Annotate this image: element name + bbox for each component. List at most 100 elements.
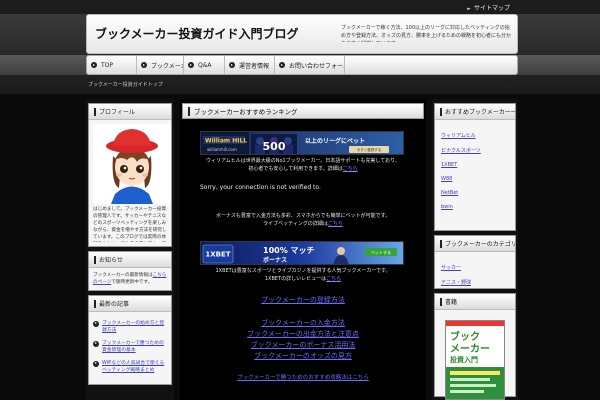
profile-widget: プロフィール はじめまして。ブックメーカー投資の管理人です。サッカーやテニスなど… <box>88 103 172 247</box>
recent-posts-title: 最新の記事 <box>99 301 130 308</box>
william-hill-banner[interactable]: William HILL williamhill.com 500 以上のリーグに… <box>200 131 404 155</box>
recent-post-item[interactable]: W杯などの人気試合で使えるベッティング戦略まとめ <box>93 360 167 374</box>
profile-body: はじめまして。ブックメーカー投資の管理人です。サッカーやテニスなどのスポーツベッ… <box>89 120 171 246</box>
main-content: ブックメーカーおすすめランキング William HILL williamhil… <box>180 99 426 400</box>
third-line-2: 1XBETの詳しいレビューはこちら <box>188 275 418 283</box>
nav-item-contact[interactable]: お問い合わせフォーム <box>275 56 345 74</box>
main-title-bar: ブックメーカーおすすめランキング <box>182 103 424 119</box>
recent-posts-header: 最新の記事 <box>89 296 171 312</box>
guide-link[interactable]: ブックメーカーのオッズの見方 <box>254 352 352 360</box>
strategy-link-block: ブックメーカーで勝つためのおすすめ攻略法はこちら <box>180 373 426 381</box>
second-link[interactable]: こちら <box>328 221 343 227</box>
nav-item-label: ブックメーカー <box>151 62 183 70</box>
recent-post-item[interactable]: ブックメーカーの始め方と登録方法 <box>93 320 167 334</box>
category-body: サッカー テニス・野球 <box>435 252 515 290</box>
notice-body: ブックメーカーの最新情報はこちらのページで随時更新中です。 <box>89 268 171 290</box>
recent-post-link[interactable]: ブックメーカーの始め方と登録方法 <box>102 320 167 334</box>
profile-text: はじめまして。ブックメーカー投資の管理人です。サッカーやテニスなどのスポーツベッ… <box>93 207 167 240</box>
notice-widget-header: お知らせ <box>89 252 171 268</box>
header-bar-icon <box>94 107 96 116</box>
recent-posts-body: ブックメーカーの始め方と登録方法 ブックメーカーで勝つための資金管理の基本 W杯… <box>89 312 171 384</box>
book-cover[interactable]: ブック メーカー 投資入門 <box>445 320 505 400</box>
intro-line-2: 初心者でも安心して利用できます。詳細はこちら <box>188 165 418 173</box>
third-link[interactable]: こちら <box>326 276 341 282</box>
category-link[interactable]: サッカー <box>441 264 511 271</box>
book-cover-art: ブック メーカー 投資入門 <box>446 321 504 399</box>
arrow-circle-icon <box>93 320 99 327</box>
nav-item-label: TOP <box>101 61 114 69</box>
arrow-circle-icon <box>229 62 235 68</box>
header-bar-icon <box>440 239 442 248</box>
bookmaker-link[interactable]: 1XBET <box>441 162 511 168</box>
notice-text-after: で随時更新中です。 <box>111 280 153 285</box>
banner2-sub: ボーナス <box>263 256 287 264</box>
guide-link[interactable]: ブックメーカーの入金方法 <box>261 319 345 327</box>
right-sidebar: おすすめブックメーカー一覧 ウィリアムヒル ピナクルスポーツ 1XBET W88… <box>432 99 518 400</box>
second-line-2-text: ライブベッティングの詳細は <box>263 221 328 227</box>
third-text: 1XBETは豊富なスポーツとライブカジノを提供する人気ブックメーカーです。 1X… <box>188 267 418 283</box>
recent-posts-widget: 最新の記事 ブックメーカーの始め方と登録方法 ブックメーカーで勝つための資金管理… <box>88 295 172 385</box>
registration-link-block: ブックメーカーの登録方法 <box>180 295 426 306</box>
arrow-circle-icon <box>93 360 99 367</box>
notice-widget: お知らせ ブックメーカーの最新情報はこちらのページで随時更新中です。 <box>88 251 172 291</box>
guide-links-block: ブックメーカーの入金方法 ブックメーカーの出金方法と注意点 ブックメーカーのボー… <box>180 318 426 362</box>
recent-post-link[interactable]: W杯などの人気試合で使えるベッティング戦略まとめ <box>102 360 167 374</box>
banner2-headline: 100% マッチ <box>263 246 315 255</box>
bookmaker-link[interactable]: ウィリアムヒル <box>441 132 511 139</box>
header-bar-icon <box>94 255 96 264</box>
intro-link[interactable]: こちら <box>343 166 358 172</box>
sitemap-link-label: サイトマップ <box>473 5 510 12</box>
nav-filler <box>345 56 517 74</box>
registration-link[interactable]: ブックメーカーの登録方法 <box>261 296 345 304</box>
breadcrumb[interactable]: ブックメーカー投資ガイドトップ <box>88 81 163 88</box>
strategy-link[interactable]: ブックメーカーで勝つためのおすすめ攻略法はこちら <box>237 375 368 381</box>
notice-text-before: ブックメーカーの最新情報は <box>93 273 153 278</box>
avatar-illustration <box>93 124 171 204</box>
guide-link-row: ブックメーカーの入金方法 <box>180 318 426 329</box>
second-line-2: ライブベッティングの詳細はこちら <box>188 220 418 228</box>
bookmaker-list-widget: おすすめブックメーカー一覧 ウィリアムヒル ピナクルスポーツ 1XBET W88… <box>434 103 516 231</box>
recent-post-item[interactable]: ブックメーカーで勝つための資金管理の基本 <box>93 340 167 354</box>
guide-link[interactable]: ブックメーカーの出金方法と注意点 <box>247 330 359 338</box>
header-bar-icon <box>440 297 442 306</box>
banner1-url: williamhill.com <box>207 147 237 152</box>
intro-line-2-text: 初心者でも安心して利用できます。詳細は <box>248 166 343 172</box>
arrow-right-icon: ► <box>467 6 471 12</box>
nav-item-qa[interactable]: Q&A <box>184 56 225 74</box>
main-nav: TOP ブックメーカー Q&A 運営者情報 お問い合わせフォーム <box>86 55 518 75</box>
bookmaker-link[interactable]: ピナクルスポーツ <box>441 147 511 154</box>
bookmaker-link[interactable]: W88 <box>441 176 511 182</box>
header-bar-icon <box>440 107 442 116</box>
banner-graphic: 1XBET 100% マッチ ボーナス ベットする <box>202 244 397 264</box>
nav-item-label: 運営者情報 <box>239 62 270 70</box>
top-bar: ► サイトマップ <box>0 0 600 14</box>
sitemap-link[interactable]: ► サイトマップ <box>467 3 510 12</box>
second-line-1: ボーナスも豊富で入金方法も多彩、スマホからでも簡単にベットが可能です。 <box>215 213 391 219</box>
category-widget: ブックメーカーのカテゴリー サッカー テニス・野球 <box>434 235 516 289</box>
recent-post-link[interactable]: ブックメーカーで勝つための資金管理の基本 <box>102 340 167 354</box>
nav-item-bookmaker[interactable]: ブックメーカー <box>137 56 184 74</box>
bookmaker-list-title: おすすめブックメーカー一覧 <box>445 109 515 116</box>
bookmaker-link[interactable]: bwin <box>441 204 511 210</box>
book-widget: 書籍 ブック メーカー 投資入門 <box>434 293 516 400</box>
book-cover-line3: 投資入門 <box>450 355 478 364</box>
third-line-2-text: 1XBETの詳しいレビューは <box>264 276 327 282</box>
category-link[interactable]: テニス・野球 <box>441 279 511 286</box>
guide-link[interactable]: ブックメーカーのボーナス活用法 <box>251 341 356 349</box>
guide-link-row: ブックメーカーのオッズの見方 <box>180 351 426 362</box>
third-line-1: 1XBETは豊富なスポーツとライブカジノを提供する人気ブックメーカーです。 <box>215 268 391 274</box>
site-title[interactable]: ブックメーカー投資ガイド入門ブログ <box>95 25 325 42</box>
arrow-circle-icon <box>188 62 194 68</box>
nav-item-operator[interactable]: 運営者情報 <box>225 56 275 74</box>
1xbet-banner[interactable]: 1XBET 100% マッチ ボーナス ベットする <box>200 241 404 265</box>
profile-title: プロフィール <box>99 109 135 116</box>
arrow-circle-icon <box>91 62 97 68</box>
category-title: ブックメーカーのカテゴリー <box>445 241 515 248</box>
header-bar-icon <box>94 299 96 308</box>
bookmaker-link[interactable]: NetBet <box>441 190 511 196</box>
main-title: ブックメーカーおすすめランキング <box>194 108 298 116</box>
left-sidebar: プロフィール はじめまして。ブックメーカー投資の管理人です。サッカーやテニスなど… <box>86 99 174 400</box>
guide-link-row: ブックメーカーのボーナス活用法 <box>180 340 426 351</box>
banner1-brand: William HILL <box>205 138 247 145</box>
nav-item-top[interactable]: TOP <box>87 56 137 74</box>
